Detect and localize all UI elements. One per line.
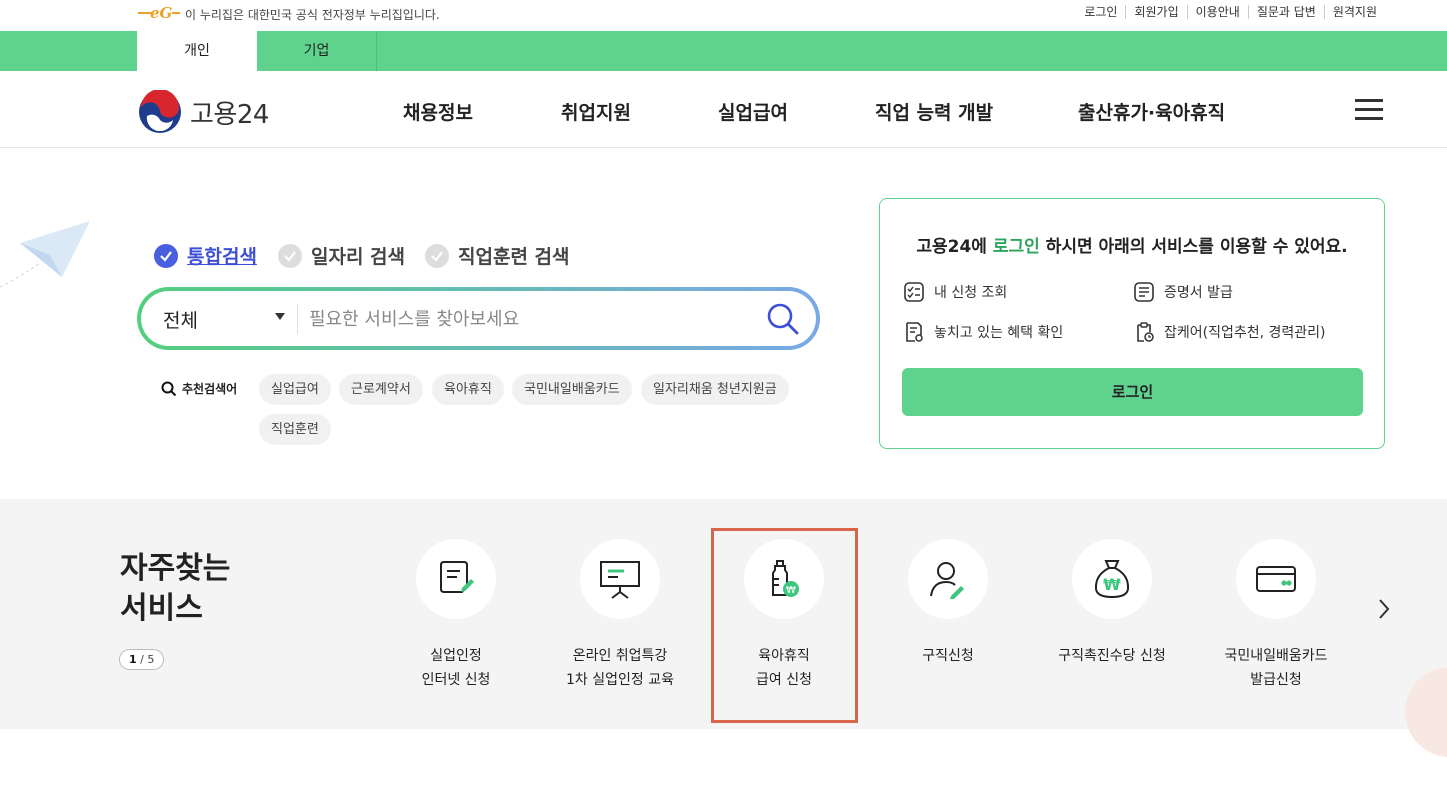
radio-job-search[interactable]: 일자리 검색	[278, 242, 405, 269]
search-box: 전체	[137, 287, 820, 350]
presentation-board-icon	[600, 561, 640, 599]
section-title-line2: 서비스	[120, 591, 203, 626]
radio-training-search[interactable]: 직업훈련 검색	[425, 242, 570, 269]
certificate-icon	[1134, 282, 1154, 302]
document-search-icon	[906, 322, 923, 342]
service-label-line2: 1차 실업인정 교육	[566, 672, 674, 688]
divider	[297, 304, 298, 334]
document-edit-icon	[440, 561, 474, 593]
login-message-highlight: 로그인	[992, 237, 1040, 257]
svg-text:eG: eG	[150, 4, 173, 22]
user-type-tabbar: 개인 기업	[0, 31, 1447, 71]
egov-logo-icon: eG	[138, 4, 180, 22]
service-label: 놓치고 있는 혜택 확인	[934, 325, 1064, 341]
login-message-suffix: 하시면 아래의 서비스를 이용할 수 있어요.	[1039, 237, 1348, 257]
radio-label: 통합검색	[187, 246, 257, 268]
search-icon[interactable]	[765, 301, 801, 337]
svg-text:₩: ₩	[1103, 575, 1121, 594]
nav-parental-leave[interactable]: 출산휴가·육아휴직	[1078, 98, 1225, 125]
service-certificate[interactable]: 증명서 발급	[1133, 281, 1233, 303]
service-label-line2: 인터넷 신청	[421, 672, 491, 688]
service-my-applications[interactable]: 내 신청 조회	[903, 281, 1007, 303]
keyword-chip[interactable]: 직업훈련	[259, 414, 331, 445]
chevron-right-icon[interactable]	[1376, 597, 1392, 621]
tab-company[interactable]: 기업	[257, 31, 377, 71]
nav-jobs[interactable]: 채용정보	[403, 98, 473, 125]
keyword-chip[interactable]: 국민내일배움카드	[512, 374, 632, 405]
service-label: 증명서 발급	[1164, 285, 1233, 301]
link-login[interactable]: 로그인	[1076, 5, 1125, 19]
person-edit-icon	[930, 562, 964, 599]
service-label-line1: 구직신청	[922, 648, 974, 664]
section-title-line1: 자주찾는	[120, 551, 231, 586]
annotation-highlight-box	[711, 528, 858, 723]
link-guide[interactable]: 이용안내	[1186, 5, 1248, 19]
keyword-chip[interactable]: 일자리채움 청년지원금	[641, 374, 789, 405]
clipboard-clock-icon	[1137, 322, 1154, 342]
service-label-line1: 온라인 취업특강	[572, 648, 668, 664]
service-online-lecture[interactable]: 온라인 취업특강 1차 실업인정 교육	[545, 539, 695, 692]
link-signup[interactable]: 회원가입	[1125, 5, 1186, 19]
caret-down-icon[interactable]	[275, 313, 285, 320]
service-label-line1: 실업인정	[430, 648, 482, 664]
brand-logo[interactable]: 고용24	[138, 90, 269, 134]
checklist-icon	[904, 282, 924, 302]
link-qna[interactable]: 질문과 답변	[1247, 5, 1324, 19]
keyword-chip[interactable]: 근로계약서	[339, 374, 423, 405]
login-message-prefix: 고용24에	[916, 237, 993, 257]
service-unemployment-certification[interactable]: 실업인정인터넷 신청	[381, 539, 531, 692]
notice-message: 이 누리집은 대한민국 공식 전자정부 누리집입니다.	[185, 8, 440, 22]
nav-employment-support[interactable]: 취업지원	[561, 98, 631, 125]
check-icon	[154, 243, 178, 268]
service-missed-benefits[interactable]: 놓치고 있는 혜택 확인	[903, 321, 1063, 343]
card-icon	[1256, 566, 1296, 592]
recommended-label-text: 추천검색어	[182, 382, 238, 396]
recommended-keywords-label: 추천검색어	[161, 380, 237, 397]
keyword-chip[interactable]: 실업급여	[259, 374, 331, 405]
link-remote-support[interactable]: 원격지원	[1323, 5, 1385, 19]
brand-name: 고용24	[190, 99, 269, 130]
login-card: 고용24에 로그인 하시면 아래의 서비스를 이용할 수 있어요. 내 신청 조…	[879, 198, 1385, 449]
paper-plane-icon	[0, 221, 90, 288]
pager-total: 5	[147, 653, 155, 666]
login-message: 고용24에 로그인 하시면 아래의 서비스를 이용할 수 있어요.	[880, 232, 1384, 257]
service-label-line1: 구직촉진수당 신청	[1058, 648, 1166, 664]
decorative-circle	[1405, 667, 1447, 757]
money-bag-icon: ₩	[1094, 560, 1130, 599]
keyword-chip[interactable]: 육아휴직	[432, 374, 504, 405]
nav-unemployment-benefit[interactable]: 실업급여	[718, 98, 788, 125]
main-header: 고용24 채용정보 취업지원 실업급여 직업 능력 개발 출산휴가·육아휴직	[0, 71, 1447, 148]
tab-personal[interactable]: 개인	[137, 31, 257, 71]
radio-label: 직업훈련 검색	[458, 246, 570, 268]
service-label: 잡케어(직업추천, 경력관리)	[1164, 325, 1326, 341]
search-icon	[161, 381, 177, 396]
government-notice-bar: eG 이 누리집은 대한민국 공식 전자정부 누리집입니다. 로그인 회원가입 …	[0, 0, 1447, 31]
check-icon	[278, 243, 302, 268]
search-input[interactable]	[309, 301, 749, 337]
service-label-line2: 발급신청	[1250, 672, 1302, 688]
login-button[interactable]: 로그인	[902, 368, 1363, 416]
section-title: 자주찾는 서비스	[120, 549, 230, 629]
check-icon	[425, 243, 449, 268]
service-job-promotion-allowance[interactable]: ₩ 구직촉진수당 신청	[1037, 539, 1187, 668]
service-jobcare[interactable]: 잡케어(직업추천, 경력관리)	[1133, 321, 1326, 343]
carousel-pager: 1 / 5	[119, 649, 165, 670]
radio-integrated-search[interactable]: 통합검색	[154, 242, 257, 269]
nav-skill-development[interactable]: 직업 능력 개발	[875, 98, 993, 125]
utility-links: 로그인 회원가입 이용안내 질문과 답변 원격지원	[1076, 5, 1385, 19]
search-category-select[interactable]: 전체	[163, 306, 198, 333]
service-label-line1: 국민내일배움카드	[1224, 648, 1328, 664]
taegeuk-logo-icon	[139, 90, 181, 133]
service-job-seeking-registration[interactable]: 구직신청	[873, 539, 1023, 668]
hamburger-menu-icon[interactable]	[1355, 99, 1383, 121]
radio-label: 일자리 검색	[311, 246, 406, 268]
pager-current: 1	[129, 653, 137, 666]
service-label: 내 신청 조회	[934, 285, 1008, 301]
service-learning-card[interactable]: 국민내일배움카드발급신청	[1201, 539, 1351, 692]
